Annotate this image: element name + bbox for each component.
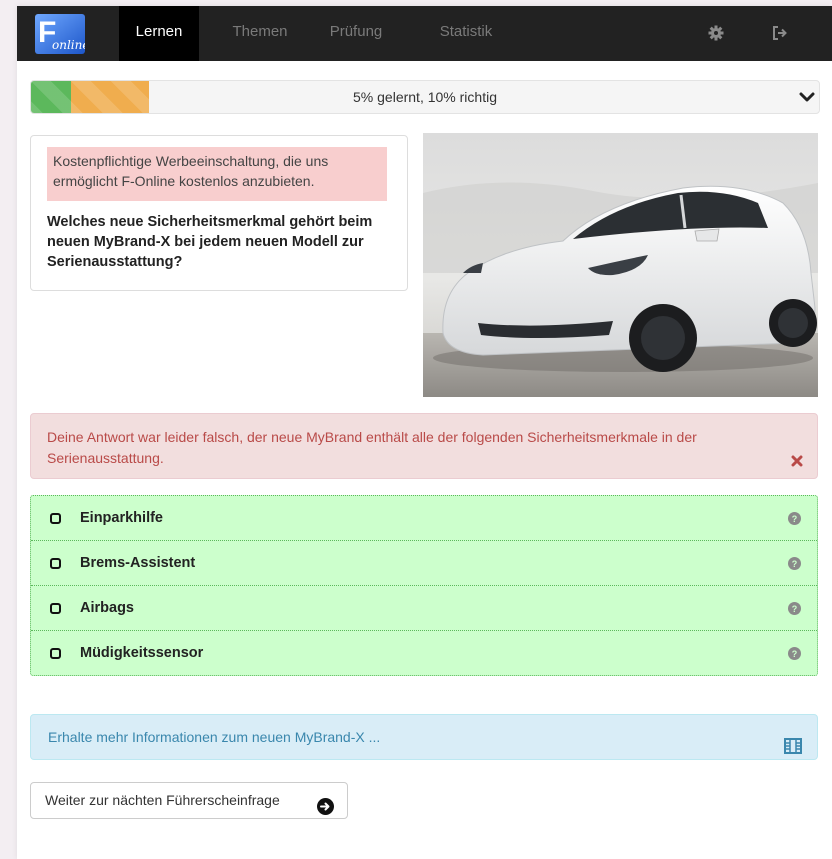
- question-circle-icon[interactable]: ?: [788, 647, 801, 660]
- checkbox-icon[interactable]: [50, 513, 61, 524]
- checkbox-icon[interactable]: [50, 603, 61, 614]
- app-window: F online Lernen Themen Prüfung Statistik: [17, 6, 832, 859]
- more-info-text: Erhalte mehr Informationen zum neuen MyB…: [48, 729, 381, 745]
- answer-label: Müdigkeitssensor: [80, 645, 204, 661]
- nav-tab-themen[interactable]: Themen: [222, 6, 298, 61]
- svg-text:?: ?: [792, 604, 798, 614]
- arrow-circle-right-icon: [317, 793, 334, 815]
- nav-tab-pruefung[interactable]: Prüfung: [314, 6, 398, 61]
- progress-text: 5% gelernt, 10% richtig: [353, 89, 497, 105]
- gear-icon[interactable]: [707, 24, 725, 42]
- nav-tab-lernen[interactable]: Lernen: [119, 6, 199, 61]
- wrong-answer-alert: Deine Antwort war leider falsch, der neu…: [30, 413, 818, 479]
- wrong-answer-text: Deine Antwort war leider falsch, der neu…: [47, 429, 697, 466]
- question-circle-icon[interactable]: ?: [788, 512, 801, 525]
- ad-notice: Kostenpflichtige Werbeeinschaltung, die …: [47, 147, 387, 201]
- more-info-link[interactable]: Erhalte mehr Informationen zum neuen MyB…: [30, 714, 818, 760]
- svg-text:?: ?: [792, 649, 798, 659]
- svg-text:?: ?: [792, 559, 798, 569]
- checkbox-icon[interactable]: [50, 648, 61, 659]
- car-image: [423, 133, 818, 397]
- question-text: Welches neue Sicherheitsmerkmal gehört b…: [47, 214, 373, 270]
- film-icon[interactable]: [784, 728, 802, 754]
- f-online-logo[interactable]: F online: [35, 14, 89, 54]
- next-question-button[interactable]: Weiter zur nächten Führerscheinfrage: [30, 782, 348, 819]
- checkbox-icon[interactable]: [50, 558, 61, 569]
- close-icon[interactable]: [791, 452, 803, 467]
- answer-list: Einparkhilfe ? Brems-Assistent ? Airbags…: [30, 495, 818, 676]
- question-circle-icon[interactable]: ?: [788, 557, 801, 570]
- svg-text:online: online: [52, 38, 85, 52]
- answer-label: Brems-Assistent: [80, 555, 196, 571]
- navbar: F online Lernen Themen Prüfung Statistik: [17, 6, 832, 61]
- answer-option[interactable]: Airbags ?: [31, 586, 817, 631]
- answer-label: Einparkhilfe: [80, 510, 163, 526]
- nav-tab-statistik[interactable]: Statistik: [426, 6, 506, 61]
- answer-option[interactable]: Müdigkeitssensor ?: [31, 631, 817, 675]
- answer-label: Airbags: [80, 600, 134, 616]
- sign-out-icon[interactable]: [771, 24, 789, 42]
- question-card: Kostenpflichtige Werbeeinschaltung, die …: [30, 135, 408, 291]
- answer-option[interactable]: Brems-Assistent ?: [31, 541, 817, 586]
- question-circle-icon[interactable]: ?: [788, 602, 801, 615]
- progress-bar[interactable]: 5% gelernt, 10% richtig: [30, 80, 820, 114]
- next-question-label: Weiter zur nächten Führerscheinfrage: [45, 792, 280, 808]
- chevron-down-icon[interactable]: [799, 89, 815, 105]
- answer-option[interactable]: Einparkhilfe ?: [31, 496, 817, 541]
- svg-text:?: ?: [792, 514, 798, 524]
